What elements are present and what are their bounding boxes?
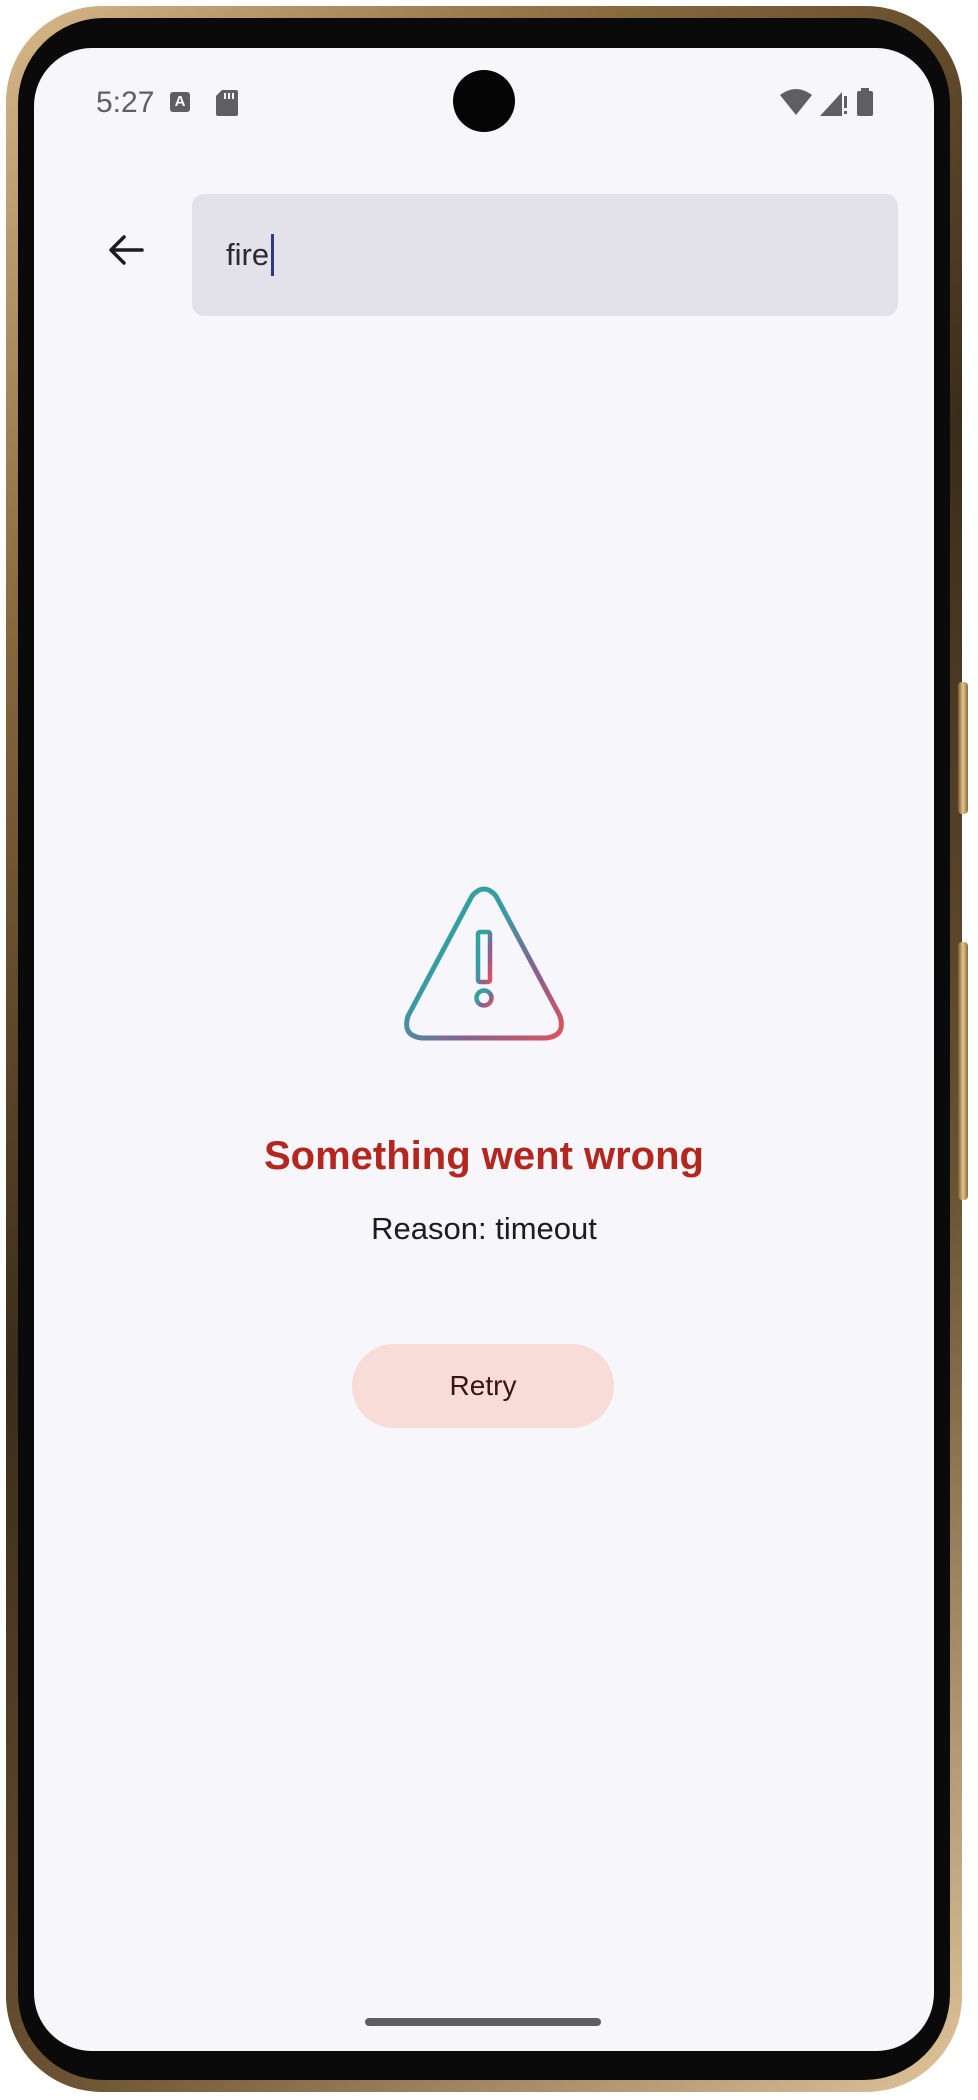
- sd-card-icon: [216, 90, 238, 116]
- arrow-back-icon: [106, 230, 146, 275]
- error-title: Something went wrong: [264, 1134, 704, 1178]
- status-bar: 5:27 A: [34, 48, 934, 156]
- screen: 5:27 A fire Something went wrong Reason:…: [34, 48, 934, 2051]
- error-reason: Reason: timeout: [371, 1211, 597, 1246]
- status-time: 5:27: [96, 86, 155, 119]
- signal-no-data-icon: [820, 88, 848, 121]
- text-cursor: [271, 234, 275, 276]
- front-camera: [453, 70, 515, 132]
- battery-icon: [856, 87, 874, 121]
- font-a-icon: A: [170, 92, 190, 112]
- volume-button: [958, 942, 968, 1200]
- wifi-icon: [780, 88, 812, 120]
- system-status-icons: [780, 87, 874, 121]
- power-button: [958, 682, 968, 814]
- search-query-text: fire: [226, 237, 270, 272]
- warning-triangle-icon: [402, 886, 566, 1044]
- back-button[interactable]: [94, 220, 158, 284]
- home-indicator[interactable]: [365, 2018, 601, 2026]
- search-input[interactable]: fire: [192, 194, 898, 316]
- retry-button[interactable]: Retry: [352, 1344, 614, 1428]
